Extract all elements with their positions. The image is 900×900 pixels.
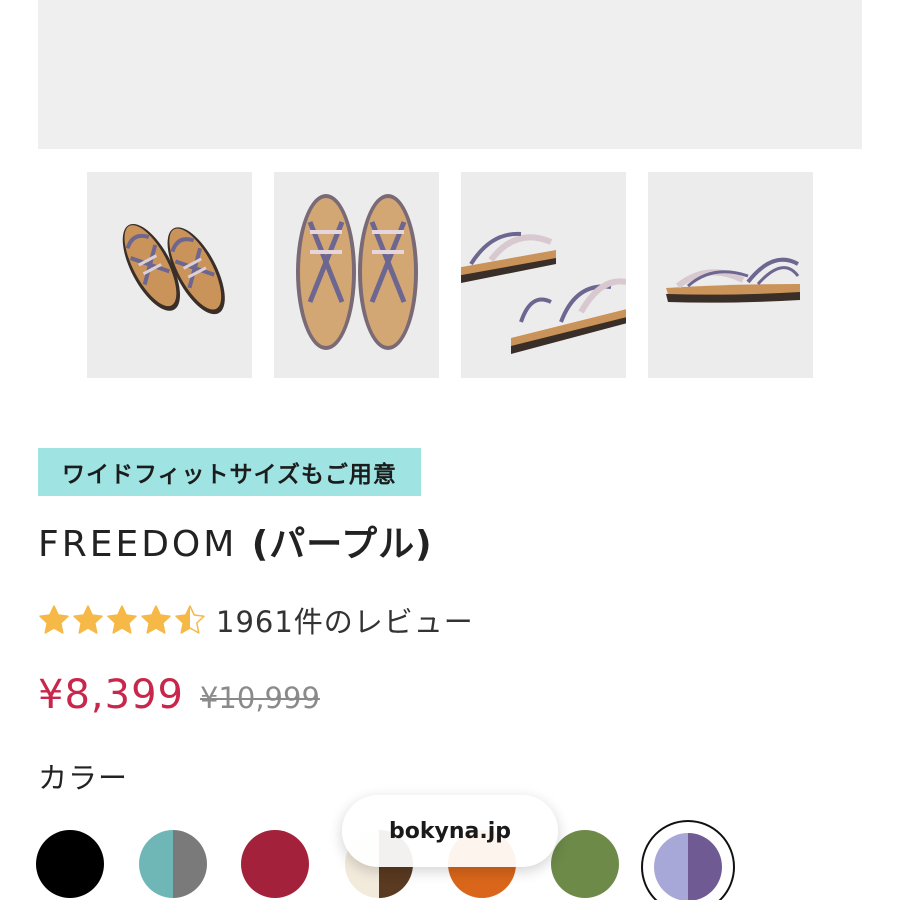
color-label: カラー <box>38 761 129 795</box>
sandal-pair-top-image <box>296 194 418 350</box>
swatch-teal-gray[interactable] <box>139 830 207 898</box>
product-color-name: (パープル) <box>251 524 433 565</box>
star-icon <box>39 605 69 634</box>
thumbnail-angle-view[interactable] <box>87 172 252 378</box>
wide-fit-badge: ワイドフィットサイズもご用意 <box>38 448 421 496</box>
star-icon <box>175 605 205 634</box>
review-count-link[interactable]: 1961件のレビュー <box>216 599 474 641</box>
swatch-red[interactable] <box>241 830 309 898</box>
sandal-single-side-image <box>666 257 800 303</box>
thumbnail-side-pair-view[interactable] <box>461 172 626 378</box>
product-name: FREEDOM <box>38 524 238 565</box>
product-title: FREEDOM (パープル) <box>38 515 433 567</box>
swatch-green[interactable] <box>551 830 619 898</box>
swatch-black[interactable] <box>36 830 104 898</box>
rating-row[interactable]: 1961件のレビュー <box>38 598 474 642</box>
sale-price: ¥8,399 <box>38 672 184 718</box>
sandal-pair-angle-image <box>122 223 225 315</box>
thumbnail-top-view[interactable] <box>274 172 439 378</box>
main-product-image <box>38 0 862 149</box>
star-icon <box>73 605 103 634</box>
star-rating <box>38 604 206 636</box>
watermark-text: bokyna.jp <box>389 818 511 844</box>
original-price: ¥10,999 <box>199 681 320 715</box>
swatch-purple[interactable] <box>654 833 722 900</box>
thumbnail-side-single-view[interactable] <box>648 172 813 378</box>
watermark-pill: bokyna.jp <box>342 795 558 867</box>
thumbnail-gallery <box>0 172 900 378</box>
sandal-pair-side-image <box>461 231 626 354</box>
star-icon <box>107 605 137 634</box>
star-icon <box>141 605 171 634</box>
price-row: ¥8,399 ¥10,999 <box>38 672 320 718</box>
